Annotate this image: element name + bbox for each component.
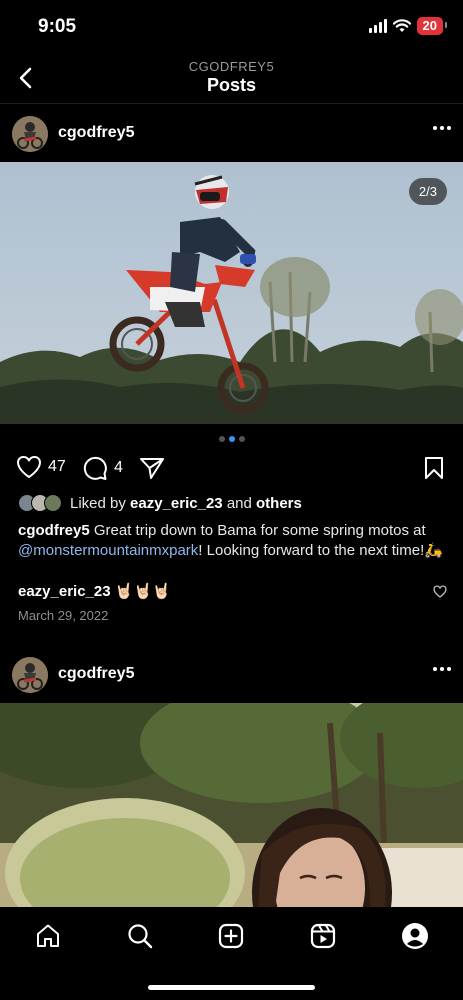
avatar[interactable]: [12, 116, 48, 152]
liked-by-prefix: Liked by: [70, 494, 126, 512]
post-actions: 47 4: [0, 455, 463, 485]
post-image[interactable]: 2/3: [0, 162, 463, 424]
signal-icon: [368, 19, 387, 33]
caption-text-end: ! Looking forward to the next time!🛵: [198, 542, 443, 559]
header-username: CGODFREY5: [188, 59, 275, 74]
comment-text: 🤘🏻🤘🏻🤘🏻: [114, 583, 171, 600]
carousel-dot: [238, 436, 245, 442]
comments-count: 4: [114, 459, 123, 476]
create-icon: [218, 923, 244, 949]
comment-like-button[interactable]: [433, 585, 447, 603]
comment-icon: [83, 456, 107, 480]
caption-mention[interactable]: @monstermountainmxpark: [18, 542, 198, 559]
profile-icon: [402, 923, 428, 949]
tab-profile[interactable]: [400, 921, 430, 951]
post-username[interactable]: cgodfrey5: [58, 124, 134, 142]
send-icon: [140, 458, 164, 479]
save-button[interactable]: [424, 456, 444, 480]
more-horizontal-icon: [433, 667, 437, 671]
status-time: 9:05: [38, 16, 77, 37]
motocross-photo: [0, 162, 463, 424]
tab-reels[interactable]: [308, 921, 338, 951]
post-header: cgodfrey5: [0, 104, 463, 162]
liked-by-avatars: [18, 494, 62, 512]
caption-username[interactable]: cgodfrey5: [18, 522, 90, 539]
tab-search[interactable]: [125, 921, 155, 951]
more-options-button[interactable]: [433, 667, 451, 671]
comment-button[interactable]: 4: [82, 455, 123, 481]
heart-icon: [433, 585, 447, 598]
like-button[interactable]: 47: [16, 455, 66, 479]
avatar[interactable]: [12, 657, 48, 693]
post-image[interactable]: [0, 703, 463, 908]
battery-icon: 20: [416, 17, 448, 35]
heart-icon: [17, 456, 41, 478]
wifi-icon: [392, 19, 411, 32]
status-bar: 9:05 20: [0, 0, 463, 52]
comment-preview: eazy_eric_23 🤘🏻🤘🏻🤘🏻: [18, 582, 448, 600]
liked-by-and: and: [226, 494, 252, 512]
carousel-dot-active: [228, 436, 235, 442]
comment-username[interactable]: eazy_eric_23: [18, 583, 111, 600]
caption-text: Great trip down to Bama for some spring …: [93, 522, 426, 539]
image-page-indicator: 2/3: [408, 178, 447, 205]
liked-by-user[interactable]: eazy_eric_23: [130, 495, 223, 512]
home-indicator[interactable]: [148, 985, 315, 990]
page-title: Posts: [206, 75, 257, 95]
post-username[interactable]: cgodfrey5: [58, 665, 134, 683]
status-icons: 20: [368, 17, 448, 35]
post-header: cgodfrey5: [0, 645, 463, 703]
tab-create[interactable]: [216, 921, 246, 951]
tab-home[interactable]: [33, 921, 63, 951]
nav-header: CGODFREY5 Posts: [0, 52, 463, 104]
liked-by-row[interactable]: Liked by eazy_eric_23 and others: [18, 494, 302, 512]
share-button[interactable]: [139, 456, 165, 480]
post-caption: cgodfrey5 Great trip down to Bama for so…: [18, 521, 448, 561]
carousel-dot: [218, 436, 225, 442]
liked-by-others[interactable]: others: [256, 495, 302, 512]
home-icon: [37, 924, 59, 947]
post-date: March 29, 2022: [18, 608, 109, 623]
search-icon: [128, 924, 153, 949]
tab-bar: [0, 907, 463, 1000]
reels-icon: [310, 923, 336, 949]
likes-count: 47: [48, 458, 66, 475]
portrait-photo: [0, 703, 463, 908]
more-options-button[interactable]: [433, 126, 451, 130]
bookmark-icon: [425, 457, 443, 479]
carousel-dots: [0, 436, 463, 442]
more-horizontal-icon: [433, 126, 437, 130]
